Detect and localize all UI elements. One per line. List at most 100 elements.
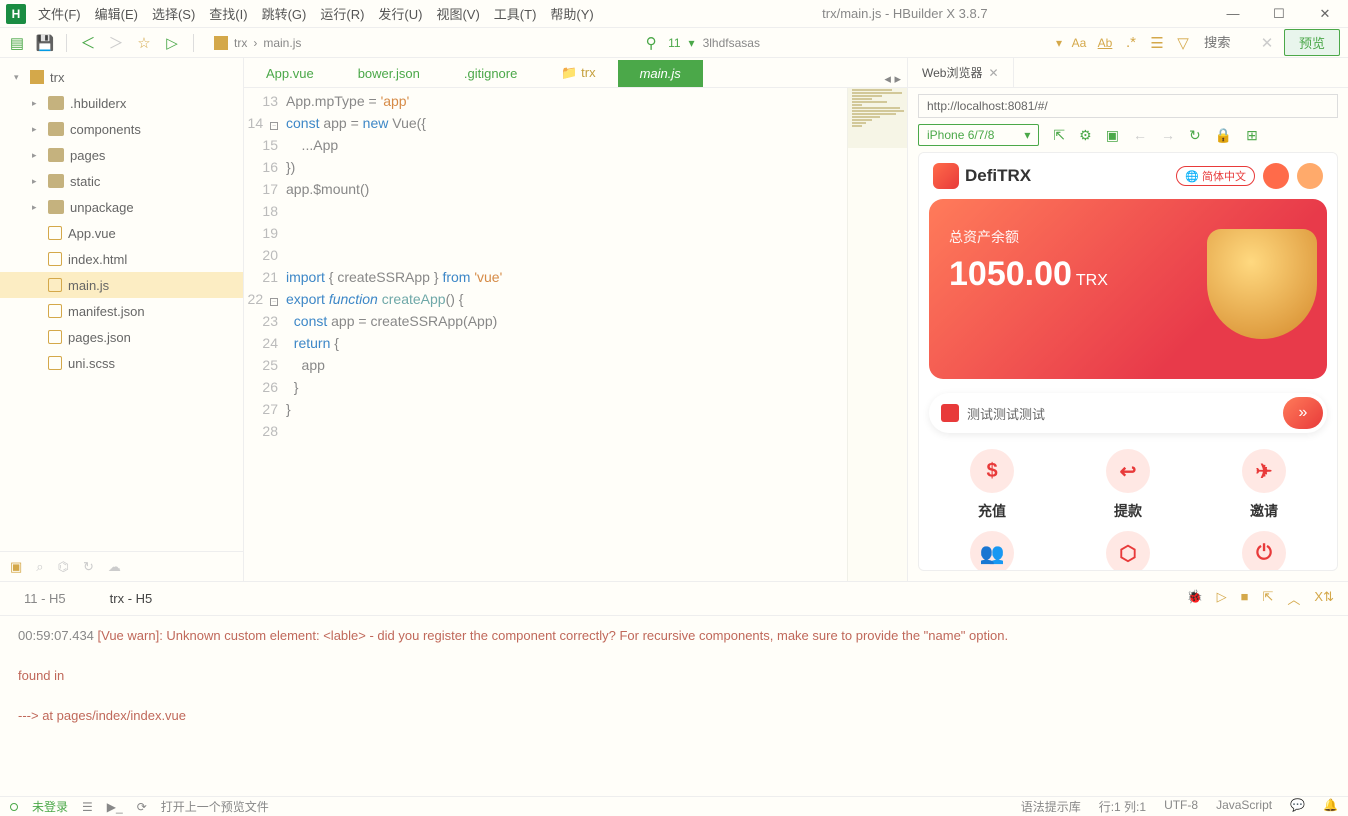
console-tab[interactable]: 11 - H5 bbox=[14, 585, 76, 612]
reload-icon[interactable]: ↻ bbox=[1189, 127, 1201, 144]
back-icon[interactable]: ＜ bbox=[79, 34, 97, 52]
notice-bar[interactable]: 测试测试测试 » bbox=[929, 393, 1327, 433]
tree-item[interactable]: manifest.json bbox=[0, 298, 243, 324]
console-tab[interactable]: trx - H5 bbox=[100, 585, 163, 612]
play-icon[interactable]: ▷ bbox=[1217, 589, 1227, 608]
menu-item[interactable]: ⏻登出 bbox=[1201, 531, 1327, 571]
bug-icon[interactable]: ⌬ bbox=[58, 559, 69, 575]
menu-item[interactable]: 帮助(Y) bbox=[544, 1, 599, 26]
tree-item[interactable]: ▸ pages bbox=[0, 142, 243, 168]
menu-item[interactable]: 👥团队 bbox=[929, 531, 1055, 571]
app-brand: DefiTRX bbox=[933, 163, 1031, 189]
editor-tab[interactable]: 📁 trx bbox=[539, 59, 617, 87]
menu-item[interactable]: 跳转(G) bbox=[256, 1, 313, 26]
notice-arrow-icon[interactable]: » bbox=[1283, 397, 1323, 429]
user-icon[interactable] bbox=[1297, 163, 1323, 189]
menu-item[interactable]: ⬡App bbox=[1065, 531, 1191, 571]
menu-item[interactable]: ✈邀请 bbox=[1201, 449, 1327, 521]
login-status[interactable]: 未登录 bbox=[32, 798, 68, 815]
open-preview-label[interactable]: 打开上一个预览文件 bbox=[161, 798, 269, 815]
preview-tab[interactable]: Web浏览器 ✕ bbox=[908, 58, 1014, 87]
tree-item[interactable]: ▸ .hbuilderx bbox=[0, 90, 243, 116]
code-editor[interactable]: 1314 −1516171819202122 −232425262728 App… bbox=[244, 88, 907, 581]
encoding[interactable]: UTF-8 bbox=[1164, 798, 1198, 815]
tree-item[interactable]: ▸ unpackage bbox=[0, 194, 243, 220]
breadcrumb[interactable]: trx › main.js bbox=[214, 36, 301, 50]
lock-icon[interactable]: 🔒 bbox=[1215, 127, 1232, 144]
minimap[interactable] bbox=[847, 88, 907, 581]
grid-icon[interactable]: ⊞ bbox=[1246, 127, 1258, 144]
bell-icon[interactable]: 🔔 bbox=[1323, 798, 1338, 815]
run-icon[interactable]: ▷ bbox=[163, 34, 181, 52]
menu-item[interactable]: 工具(T) bbox=[488, 1, 543, 26]
ab-icon[interactable]: Ab bbox=[1096, 34, 1114, 52]
editor-tab[interactable]: bower.json bbox=[336, 60, 442, 87]
device-select[interactable]: iPhone 6/7/8▾ bbox=[918, 124, 1039, 146]
clear-search-icon[interactable]: ✕ bbox=[1258, 34, 1276, 52]
devtools-icon[interactable]: ⚙ bbox=[1079, 127, 1092, 144]
search-result-icon[interactable]: ⚲ bbox=[642, 34, 660, 52]
breadcrumb-file[interactable]: main.js bbox=[263, 36, 301, 50]
tab-nav[interactable]: ◂ ▸ bbox=[878, 71, 907, 87]
breadcrumb-project[interactable]: trx bbox=[234, 36, 247, 50]
forward-icon[interactable]: → bbox=[1161, 127, 1175, 144]
cloud-icon[interactable]: ☁ bbox=[108, 559, 121, 575]
language-button[interactable]: 🌐简体中文 bbox=[1176, 166, 1255, 186]
open-external-icon[interactable]: ⇱ bbox=[1053, 127, 1065, 144]
list-icon[interactable]: ☰ bbox=[82, 800, 93, 814]
list-icon[interactable]: ☰ bbox=[1148, 34, 1166, 52]
tree-item[interactable]: main.js bbox=[0, 272, 243, 298]
bug-icon[interactable]: 🐞 bbox=[1186, 589, 1202, 608]
maximize-button[interactable]: ☐ bbox=[1256, 0, 1302, 28]
phone-preview[interactable]: DefiTRX 🌐简体中文 总资产余额 1050.00TRX 测试测试测试 » bbox=[918, 152, 1338, 571]
tree-item[interactable]: ▸ components bbox=[0, 116, 243, 142]
syntax-lib[interactable]: 语法提示库 bbox=[1021, 798, 1081, 815]
tree-item[interactable]: ▾ trx bbox=[0, 64, 243, 90]
menu-item[interactable]: 选择(S) bbox=[146, 1, 201, 26]
tree-item[interactable]: uni.scss bbox=[0, 350, 243, 376]
binoculars-icon[interactable]: ⌕ bbox=[36, 559, 43, 575]
menu-item[interactable]: 运行(R) bbox=[314, 1, 370, 26]
search-input[interactable] bbox=[1200, 35, 1250, 50]
export-icon[interactable]: ⇱ bbox=[1263, 589, 1274, 608]
menu-item[interactable]: ↩提款 bbox=[1065, 449, 1191, 521]
menu-item[interactable]: 文件(F) bbox=[32, 1, 87, 26]
language-mode[interactable]: JavaScript bbox=[1216, 798, 1272, 815]
editor-tab[interactable]: App.vue bbox=[244, 60, 336, 87]
console-output[interactable]: 00:59:07.434 [Vue warn]: Unknown custom … bbox=[0, 616, 1348, 796]
menu-item[interactable]: 查找(I) bbox=[203, 1, 253, 26]
stop-icon[interactable]: ■ bbox=[1241, 589, 1249, 608]
minimize-button[interactable]: — bbox=[1210, 0, 1256, 28]
close-button[interactable]: ✕ bbox=[1302, 0, 1348, 28]
save-icon[interactable]: 💾 bbox=[36, 34, 54, 52]
menu-item[interactable]: 编辑(E) bbox=[89, 1, 144, 26]
tree-item[interactable]: index.html bbox=[0, 246, 243, 272]
folder-icon[interactable]: ▣ bbox=[10, 559, 22, 575]
preview-button[interactable]: 预览 bbox=[1284, 29, 1340, 56]
filter-icon[interactable]: ▽ bbox=[1174, 34, 1192, 52]
editor-tab[interactable]: .gitignore bbox=[442, 60, 539, 87]
message-icon[interactable]: 💬 bbox=[1290, 798, 1305, 815]
menu-item[interactable]: 视图(V) bbox=[430, 1, 485, 26]
tree-item[interactable]: ▸ static bbox=[0, 168, 243, 194]
terminal-icon[interactable]: ▶_ bbox=[107, 800, 123, 814]
url-bar[interactable]: http://localhost:8081/#/ bbox=[918, 94, 1338, 118]
sync-icon[interactable]: ⟳ bbox=[137, 800, 147, 814]
refresh-icon[interactable]: ↻ bbox=[83, 559, 94, 575]
collapse-up-icon[interactable]: ︿ bbox=[1287, 589, 1300, 608]
tree-item[interactable]: pages.json bbox=[0, 324, 243, 350]
editor-tab[interactable]: main.js bbox=[618, 60, 703, 87]
forward-icon[interactable]: ＞ bbox=[107, 34, 125, 52]
close-console-icon[interactable]: X⇅ bbox=[1314, 589, 1334, 608]
tree-item[interactable]: App.vue bbox=[0, 220, 243, 246]
close-icon[interactable]: ✕ bbox=[988, 66, 998, 80]
back-icon[interactable]: ← bbox=[1133, 127, 1147, 144]
regex-icon[interactable]: .* bbox=[1122, 34, 1140, 52]
star-icon[interactable]: ☆ bbox=[135, 34, 153, 52]
new-file-icon[interactable]: ▤ bbox=[8, 34, 26, 52]
screenshot-icon[interactable]: ▣ bbox=[1106, 127, 1119, 144]
menu-item[interactable]: $充值 bbox=[929, 449, 1055, 521]
menu-item[interactable]: 发行(U) bbox=[372, 1, 428, 26]
aa-icon[interactable]: Aa bbox=[1070, 34, 1088, 52]
notification-icon[interactable] bbox=[1263, 163, 1289, 189]
